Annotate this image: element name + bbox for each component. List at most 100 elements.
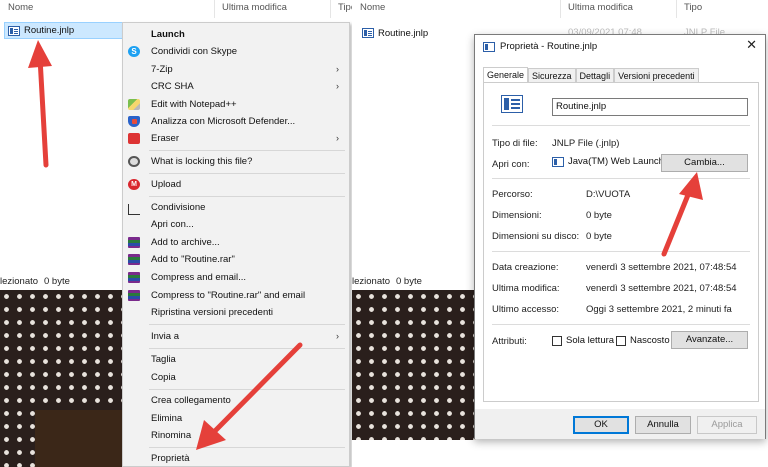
menu-item-notepadpp[interactable]: Edit with Notepad++ — [123, 96, 349, 113]
status-selected-text: lezionato — [352, 276, 391, 287]
winrar-icon — [128, 254, 140, 265]
tab-sicurezza[interactable]: Sicurezza — [528, 68, 576, 83]
jnlp-file-large-icon — [501, 95, 523, 113]
created-value: venerdì 3 settembre 2021, 07:48:54 — [586, 262, 737, 273]
menu-item-proprieta[interactable]: Proprietà — [123, 450, 349, 467]
modified-label: Ultima modifica: — [492, 283, 560, 294]
change-button[interactable]: Cambia... — [661, 154, 748, 172]
hidden-checkbox[interactable]: Nascosto — [616, 335, 670, 346]
menu-item-condivisione[interactable]: Condivisione — [123, 199, 349, 216]
general-tab-panel: Routine.jnlp Tipo di file: JNLP File (.j… — [483, 82, 759, 402]
type-value: JNLP File (.jnlp) — [552, 138, 620, 149]
menu-item-compress-rar-email[interactable]: Compress to "Routine.rar" and email — [123, 287, 349, 304]
menu-item-defender[interactable]: Analizza con Microsoft Defender... — [123, 113, 349, 130]
file-row[interactable]: Routine.jnlp — [360, 25, 480, 41]
defender-shield-icon — [128, 116, 140, 127]
menu-item-ripristina[interactable]: Ripristina versioni precedenti — [123, 304, 349, 321]
advanced-button[interactable]: Avanzate... — [671, 331, 748, 349]
jnlp-file-icon — [8, 25, 20, 36]
menu-item-skype[interactable]: S Condividi con Skype — [123, 43, 349, 60]
menu-item-add-archive[interactable]: Add to archive... — [123, 234, 349, 251]
menu-item-locking[interactable]: What is locking this file? — [123, 153, 349, 170]
open-with-app: Java(TM) Web Launch — [552, 156, 664, 167]
menu-separator — [149, 150, 345, 151]
checkbox-box[interactable] — [616, 335, 626, 346]
divider — [492, 178, 750, 179]
menu-item-copia[interactable]: Copia — [123, 369, 349, 386]
menu-item-launch[interactable]: Launch — [123, 26, 349, 43]
cancel-button[interactable]: Annulla — [635, 416, 691, 434]
menu-separator — [149, 324, 345, 325]
share-icon — [128, 204, 140, 215]
menu-separator — [149, 389, 345, 390]
file-row-selected[interactable]: Routine.jnlp — [4, 22, 124, 39]
tab-versioni-precedenti[interactable]: Versioni precedenti — [614, 68, 699, 83]
jnlp-file-icon — [483, 41, 495, 52]
readonly-checkbox[interactable]: Sola lettura — [552, 335, 614, 346]
menu-item-crea-collegamento[interactable]: Crea collegamento — [123, 392, 349, 409]
notepadpp-icon — [128, 99, 140, 110]
divider — [492, 125, 750, 126]
tab-dettagli[interactable]: Dettagli — [575, 68, 615, 83]
menu-item-apri-con[interactable]: Apri con... — [123, 216, 349, 233]
menu-item-invia-a[interactable]: Invia a › — [123, 328, 349, 345]
menu-item-7zip[interactable]: 7-Zip › — [123, 61, 349, 78]
menu-separator — [149, 196, 345, 197]
size-label: Dimensioni: — [492, 210, 542, 221]
desktop-background-photo — [0, 290, 125, 467]
jnlp-file-icon — [362, 28, 374, 38]
checkbox-box[interactable] — [552, 335, 562, 346]
java-app-icon — [552, 156, 564, 167]
column-header-type[interactable]: Tipo — [330, 0, 352, 18]
column-header-name[interactable]: Nome — [0, 0, 214, 18]
desktop-background-photo — [352, 290, 476, 440]
chevron-right-icon: › — [336, 331, 339, 341]
menu-item-rinomina[interactable]: Rinomina — [123, 427, 349, 444]
status-size-text: 0 byte — [44, 276, 70, 287]
dialog-title: Proprietà - Routine.jnlp — [500, 41, 598, 52]
close-icon[interactable]: ✕ — [746, 38, 757, 52]
context-menu: Launch S Condividi con Skype 7-Zip › CRC S… — [122, 22, 350, 467]
menu-item-taglia[interactable]: Taglia — [123, 351, 349, 368]
path-label: Percorso: — [492, 189, 533, 200]
ok-button[interactable]: OK — [573, 416, 629, 434]
divider — [492, 324, 750, 325]
winrar-icon — [128, 237, 140, 248]
open-with-value: Java(TM) Web Launch — [568, 156, 664, 167]
column-header-modified[interactable]: Ultima modifica — [214, 0, 330, 18]
type-label: Tipo di file: — [492, 138, 538, 149]
size-value: 0 byte — [586, 210, 612, 221]
mega-icon: M — [128, 179, 140, 190]
menu-item-compress-email[interactable]: Compress and email... — [123, 269, 349, 286]
column-header-type[interactable]: Tipo — [676, 0, 736, 18]
file-name-field[interactable]: Routine.jnlp — [552, 98, 748, 116]
winrar-icon — [128, 272, 140, 283]
attributes-label: Attributi: — [492, 336, 527, 347]
menu-item-eraser[interactable]: Eraser › — [123, 130, 349, 147]
properties-dialog: Proprietà - Routine.jnlp ✕ Generale Sicu… — [474, 34, 766, 439]
column-header-name[interactable]: Nome — [352, 0, 560, 18]
file-name: Routine.jnlp — [24, 25, 75, 36]
apply-button[interactable]: Applica — [697, 416, 757, 434]
open-with-label: Apri con: — [492, 159, 530, 170]
skype-icon: S — [128, 46, 140, 57]
file-name: Routine.jnlp — [378, 27, 429, 39]
chevron-right-icon: › — [336, 81, 339, 91]
menu-separator — [149, 348, 345, 349]
menu-item-upload[interactable]: M Upload — [123, 176, 349, 193]
column-header-modified[interactable]: Ultima modifica — [560, 0, 676, 18]
path-value: D:\VUOTA — [586, 189, 631, 200]
tab-generale[interactable]: Generale — [483, 67, 529, 83]
created-label: Data creazione: — [492, 262, 559, 273]
menu-item-crc-sha[interactable]: CRC SHA › — [123, 78, 349, 95]
status-selected-text: lezionato — [0, 276, 39, 287]
menu-item-elimina[interactable]: Elimina — [123, 410, 349, 427]
chevron-right-icon: › — [336, 133, 339, 143]
divider — [492, 251, 750, 252]
winrar-icon — [128, 290, 140, 301]
menu-item-add-rar[interactable]: Add to "Routine.rar" — [123, 251, 349, 268]
gear-icon — [128, 156, 140, 167]
disk-size-label: Dimensioni su disco: — [492, 231, 580, 242]
eraser-icon — [128, 133, 140, 144]
disk-size-value: 0 byte — [586, 231, 612, 242]
